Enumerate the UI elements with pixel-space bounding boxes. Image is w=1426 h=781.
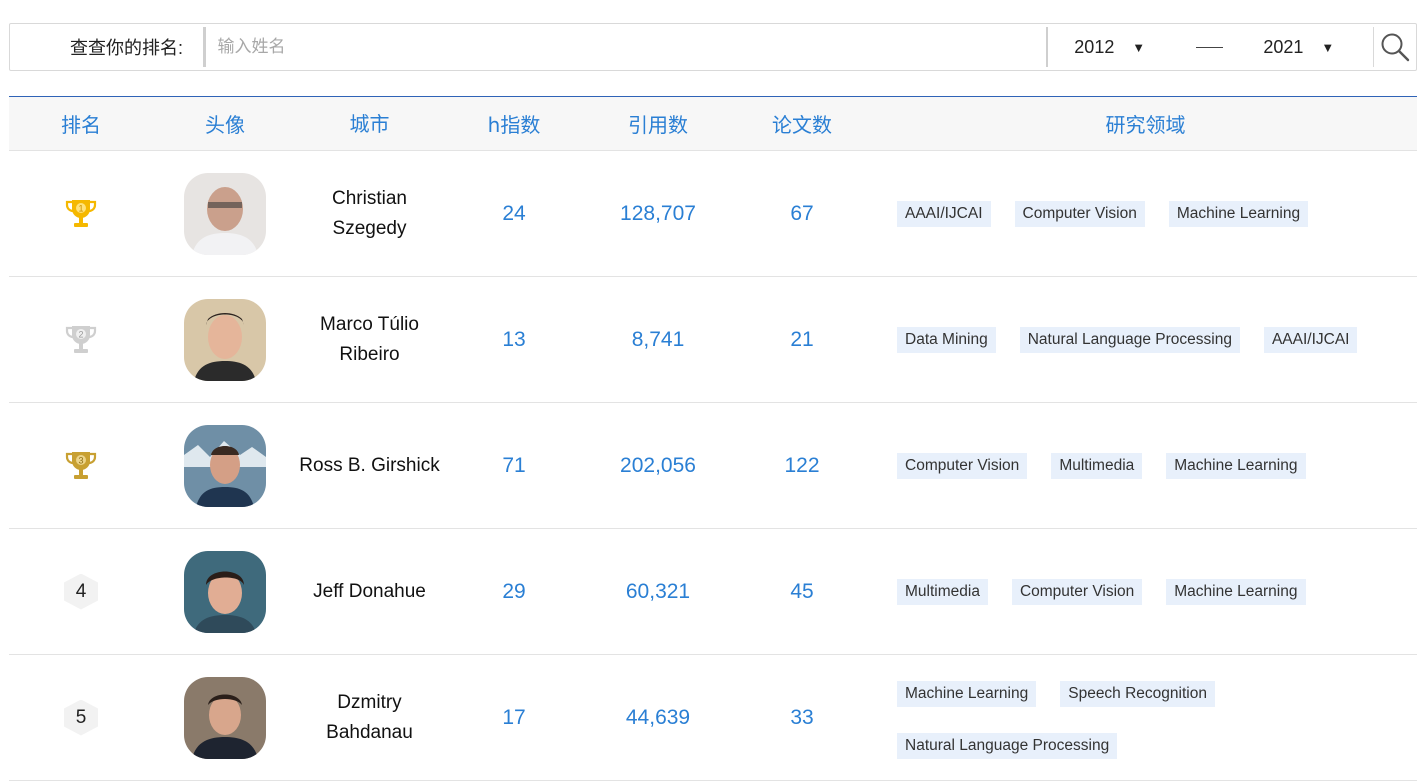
papers-value: 45 bbox=[790, 579, 814, 603]
avatar-cell bbox=[153, 424, 297, 507]
ranking-table: 排名 头像 城市 h指数 引用数 论文数 研究领域 1 Christian Sz… bbox=[9, 96, 1417, 781]
caret-down-icon: ▼ bbox=[1132, 39, 1146, 55]
citations-value: 44,639 bbox=[625, 705, 691, 729]
from-year-select[interactable]: 2012 ▼ bbox=[1048, 37, 1166, 58]
rank-cell: 3 bbox=[9, 449, 153, 483]
col-papers[interactable]: 论文数 bbox=[730, 109, 874, 138]
papers-value: 122 bbox=[784, 453, 820, 477]
to-year-select[interactable]: 2021 ▼ bbox=[1237, 37, 1355, 58]
citations-value: 128,707 bbox=[620, 201, 696, 225]
avatar-cell bbox=[153, 298, 297, 381]
field-tag[interactable]: AAAI/IJCAI bbox=[1263, 326, 1358, 353]
avatar[interactable] bbox=[184, 550, 266, 633]
citations-value: 202,056 bbox=[620, 453, 696, 477]
scholar-name[interactable]: Marco Túlio Ribeiro bbox=[297, 310, 442, 370]
rank-cell: 4 bbox=[9, 573, 153, 610]
papers-value: 33 bbox=[790, 705, 814, 729]
citations-value: 60,321 bbox=[625, 579, 691, 603]
rank-cell: 2 bbox=[9, 323, 153, 357]
table-row[interactable]: 3 Ross B. Girshick 71 202,056 122 Comput… bbox=[9, 403, 1417, 529]
search-bar: 查查你的排名: 2012 ▼ 2021 ▼ bbox=[9, 23, 1417, 71]
field-tag[interactable]: Data Mining bbox=[897, 326, 996, 353]
field-tag[interactable]: Machine Learning bbox=[1168, 200, 1309, 227]
field-tag[interactable]: Multimedia bbox=[897, 578, 988, 605]
field-tag[interactable]: Speech Recognition bbox=[1060, 681, 1215, 707]
avatar-cell bbox=[153, 550, 297, 633]
name-search-input[interactable] bbox=[205, 26, 1046, 68]
field-tag[interactable]: Machine Learning bbox=[897, 681, 1037, 707]
field-tag[interactable]: Machine Learning bbox=[1166, 452, 1306, 479]
table-row[interactable]: 5 Dzmitry Bahdanau 17 44,639 33 Machine … bbox=[9, 655, 1417, 781]
scholar-name[interactable]: Dzmitry Bahdanau bbox=[297, 688, 442, 748]
avatar-cell bbox=[153, 676, 297, 759]
field-tag[interactable]: Natural Language Processing bbox=[1019, 326, 1240, 353]
col-citations[interactable]: 引用数 bbox=[586, 109, 730, 138]
field-tag[interactable]: Computer Vision bbox=[1011, 578, 1143, 605]
svg-text:2: 2 bbox=[78, 329, 83, 339]
col-research-fields: 研究领域 bbox=[1105, 113, 1186, 137]
table-header: 排名 头像 城市 h指数 引用数 论文数 研究领域 bbox=[9, 96, 1417, 151]
col-h-index[interactable]: h指数 bbox=[442, 109, 586, 138]
h-index-value: 13 bbox=[502, 327, 526, 351]
gold-trophy-icon: 1 bbox=[65, 199, 97, 227]
avatar[interactable] bbox=[184, 424, 266, 507]
range-dash bbox=[1195, 46, 1224, 48]
rank-badge: 4 bbox=[64, 573, 98, 610]
scholar-name[interactable]: Christian Szegedy bbox=[297, 184, 442, 244]
research-fields: Multimedia Computer Vision Machine Learn… bbox=[874, 578, 1417, 605]
bronze-trophy-icon: 3 bbox=[65, 451, 97, 479]
col-rank[interactable]: 排名 bbox=[9, 109, 153, 138]
scholar-name[interactable]: Ross B. Girshick bbox=[297, 451, 442, 481]
from-year-value: 2012 bbox=[1074, 36, 1115, 57]
research-fields: AAAI/IJCAI Computer Vision Machine Learn… bbox=[874, 200, 1417, 227]
table-row[interactable]: 2 Marco Túlio Ribeiro 13 8,741 21 Data M… bbox=[9, 277, 1417, 403]
avatar[interactable] bbox=[184, 172, 266, 255]
field-tag[interactable]: Machine Learning bbox=[1166, 578, 1306, 605]
table-row[interactable]: 1 Christian Szegedy 24 128,707 67 AAAI/I… bbox=[9, 151, 1417, 277]
avatar[interactable] bbox=[184, 676, 266, 759]
h-index-value: 24 bbox=[502, 201, 526, 225]
citations-value: 8,741 bbox=[631, 327, 685, 351]
table-row[interactable]: 4 Jeff Donahue 29 60,321 45 Multimedia C… bbox=[9, 529, 1417, 655]
research-fields: Computer Vision Multimedia Machine Learn… bbox=[874, 452, 1417, 479]
col-city: 城市 bbox=[349, 111, 390, 136]
svg-text:1: 1 bbox=[78, 203, 83, 213]
h-index-value: 71 bbox=[502, 453, 526, 477]
silver-trophy-icon: 2 bbox=[65, 325, 97, 353]
h-index-value: 29 bbox=[502, 579, 526, 603]
research-fields: Data Mining Natural Language Processing … bbox=[874, 326, 1417, 353]
caret-down-icon: ▼ bbox=[1321, 39, 1335, 55]
field-tag[interactable]: Multimedia bbox=[1051, 452, 1143, 479]
papers-value: 67 bbox=[790, 201, 814, 225]
col-avatar: 头像 bbox=[205, 113, 245, 137]
field-tag[interactable]: Computer Vision bbox=[897, 452, 1028, 479]
search-label: 查查你的排名: bbox=[70, 38, 184, 58]
h-index-value: 17 bbox=[502, 705, 526, 729]
field-tag[interactable]: Natural Language Processing bbox=[897, 733, 1118, 759]
to-year-value: 2021 bbox=[1263, 36, 1304, 57]
rank-cell: 5 bbox=[9, 699, 153, 736]
svg-text:3: 3 bbox=[78, 455, 83, 465]
research-fields: Machine Learning Speech Recognition Natu… bbox=[874, 681, 1417, 759]
avatar[interactable] bbox=[184, 298, 266, 381]
search-icon bbox=[1381, 33, 1410, 62]
papers-value: 21 bbox=[790, 327, 814, 351]
search-button[interactable] bbox=[1374, 24, 1416, 70]
rank-badge: 5 bbox=[64, 699, 98, 736]
scholar-name[interactable]: Jeff Donahue bbox=[297, 577, 442, 607]
avatar-cell bbox=[153, 172, 297, 255]
field-tag[interactable]: Computer Vision bbox=[1014, 200, 1145, 227]
rank-cell: 1 bbox=[9, 197, 153, 231]
field-tag[interactable]: AAAI/IJCAI bbox=[897, 200, 991, 227]
